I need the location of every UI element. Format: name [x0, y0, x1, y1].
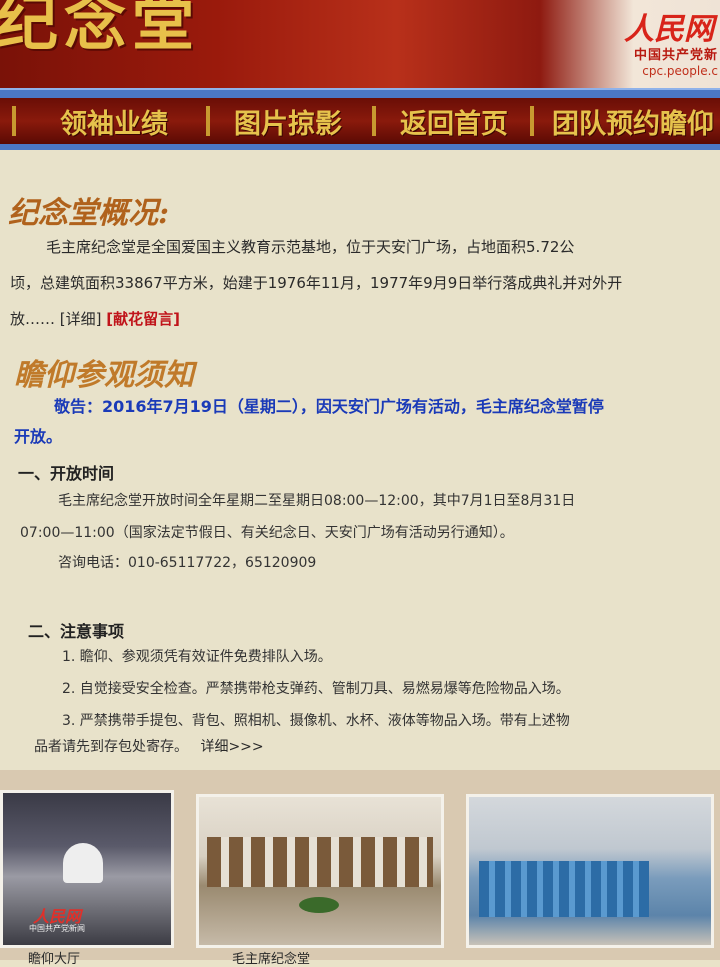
nav-item-photo-gallery[interactable]: 图片掠影	[234, 102, 342, 141]
consult-phone: 咨询电话：010-65117722，65120909	[58, 555, 317, 571]
notes-title: 二、注意事项	[28, 622, 125, 641]
rule-1: 1. 瞻仰、参观须凭有效证件免费排队入场。	[62, 649, 332, 665]
photo-caption-2[interactable]: 毛主席纪念堂	[232, 948, 310, 967]
overview-detail-link[interactable]: [详细]	[60, 310, 102, 328]
site-banner: 纪念堂 人民网 中国共产党新 cpc.people.c	[0, 0, 720, 92]
nav-item-leader-achievements[interactable]: 领袖业绩	[60, 102, 168, 141]
statue-figure	[63, 843, 103, 883]
rule-3-line-2-text: 品者请先到存包处寄存。	[34, 739, 188, 755]
opening-hours-line-1: 毛主席纪念堂开放时间全年星期二至星期日08:00—12:00，其中7月1日至8月…	[58, 493, 576, 509]
nav-item-group-reservation[interactable]: 团队预约瞻仰	[552, 102, 714, 141]
nav-divider	[12, 106, 16, 136]
banner-org-text: 中国共产党新	[633, 48, 718, 63]
closure-notice: 敬告：2016年7月19日（星期二），因天安门广场有活动，毛主席纪念堂暂停 开放…	[14, 392, 718, 452]
opening-hours-line-2: 07:00—11:00（国家法定节假日、有关纪念日、天安门广场有活动另行通知）。	[20, 525, 514, 541]
nav-divider	[530, 106, 534, 136]
nav-divider	[206, 106, 210, 136]
visitors-group-photo[interactable]	[466, 794, 714, 948]
overview-text-line-2: 顷，总建筑面积33867平方米，始建于1976年11月，1977年9月9日举行落…	[10, 274, 623, 292]
opening-hours-title: 一、开放时间	[18, 464, 115, 483]
main-nav: 领袖业绩 图片掠影 返回首页 团队预约瞻仰	[0, 98, 720, 144]
rule-2: 2. 自觉接受安全检查。严禁携带枪支弹药、管制刀具、易燃易爆等危险物品入场。	[62, 681, 570, 697]
closure-notice-line-2: 开放。	[14, 427, 63, 446]
nav-divider	[372, 106, 376, 136]
overview-text-line-1: 毛主席纪念堂是全国爱国主义教育示范基地，位于天安门广场，占地面积5.72公	[46, 238, 575, 256]
exhibit-frames	[207, 837, 433, 887]
nav-item-home[interactable]: 返回首页	[400, 102, 508, 141]
overview-text-line-3: 放…… [详细] [献花留言]	[10, 304, 180, 334]
visit-notice-heading: 瞻仰参观须知	[14, 358, 194, 393]
overview-heading: 纪念堂概况:	[8, 196, 170, 231]
photo-caption-1[interactable]: 瞻仰大厅	[28, 948, 80, 967]
closure-notice-line-1: 敬告：2016年7月19日（星期二），因天安门广场有活动，毛主席纪念堂暂停	[54, 397, 604, 416]
visitor-group	[479, 861, 649, 917]
rules-detail-link[interactable]: 详细>>>	[200, 739, 263, 755]
exhibition-hall-photo[interactable]	[196, 794, 444, 948]
photo-watermark-sub: 中国共产党新闻	[29, 924, 85, 933]
main-content: 纪念堂概况: 毛主席纪念堂是全国爱国主义教育示范基地，位于天安门广场，占地面积5…	[0, 150, 720, 770]
banner-title: 纪念堂	[0, 0, 201, 59]
hall-plants	[299, 897, 339, 913]
rule-3-line-2: 品者请先到存包处寄存。 详细>>>	[34, 732, 264, 762]
banner-url-text: cpc.people.c	[642, 64, 718, 78]
people-daily-logo[interactable]: 人民网	[624, 4, 714, 48]
overview-ellipsis: 放……	[10, 310, 56, 328]
flower-message-link[interactable]: [献花留言]	[106, 310, 180, 328]
hall-statue-photo[interactable]: 人民网 中国共产党新闻	[0, 790, 174, 948]
